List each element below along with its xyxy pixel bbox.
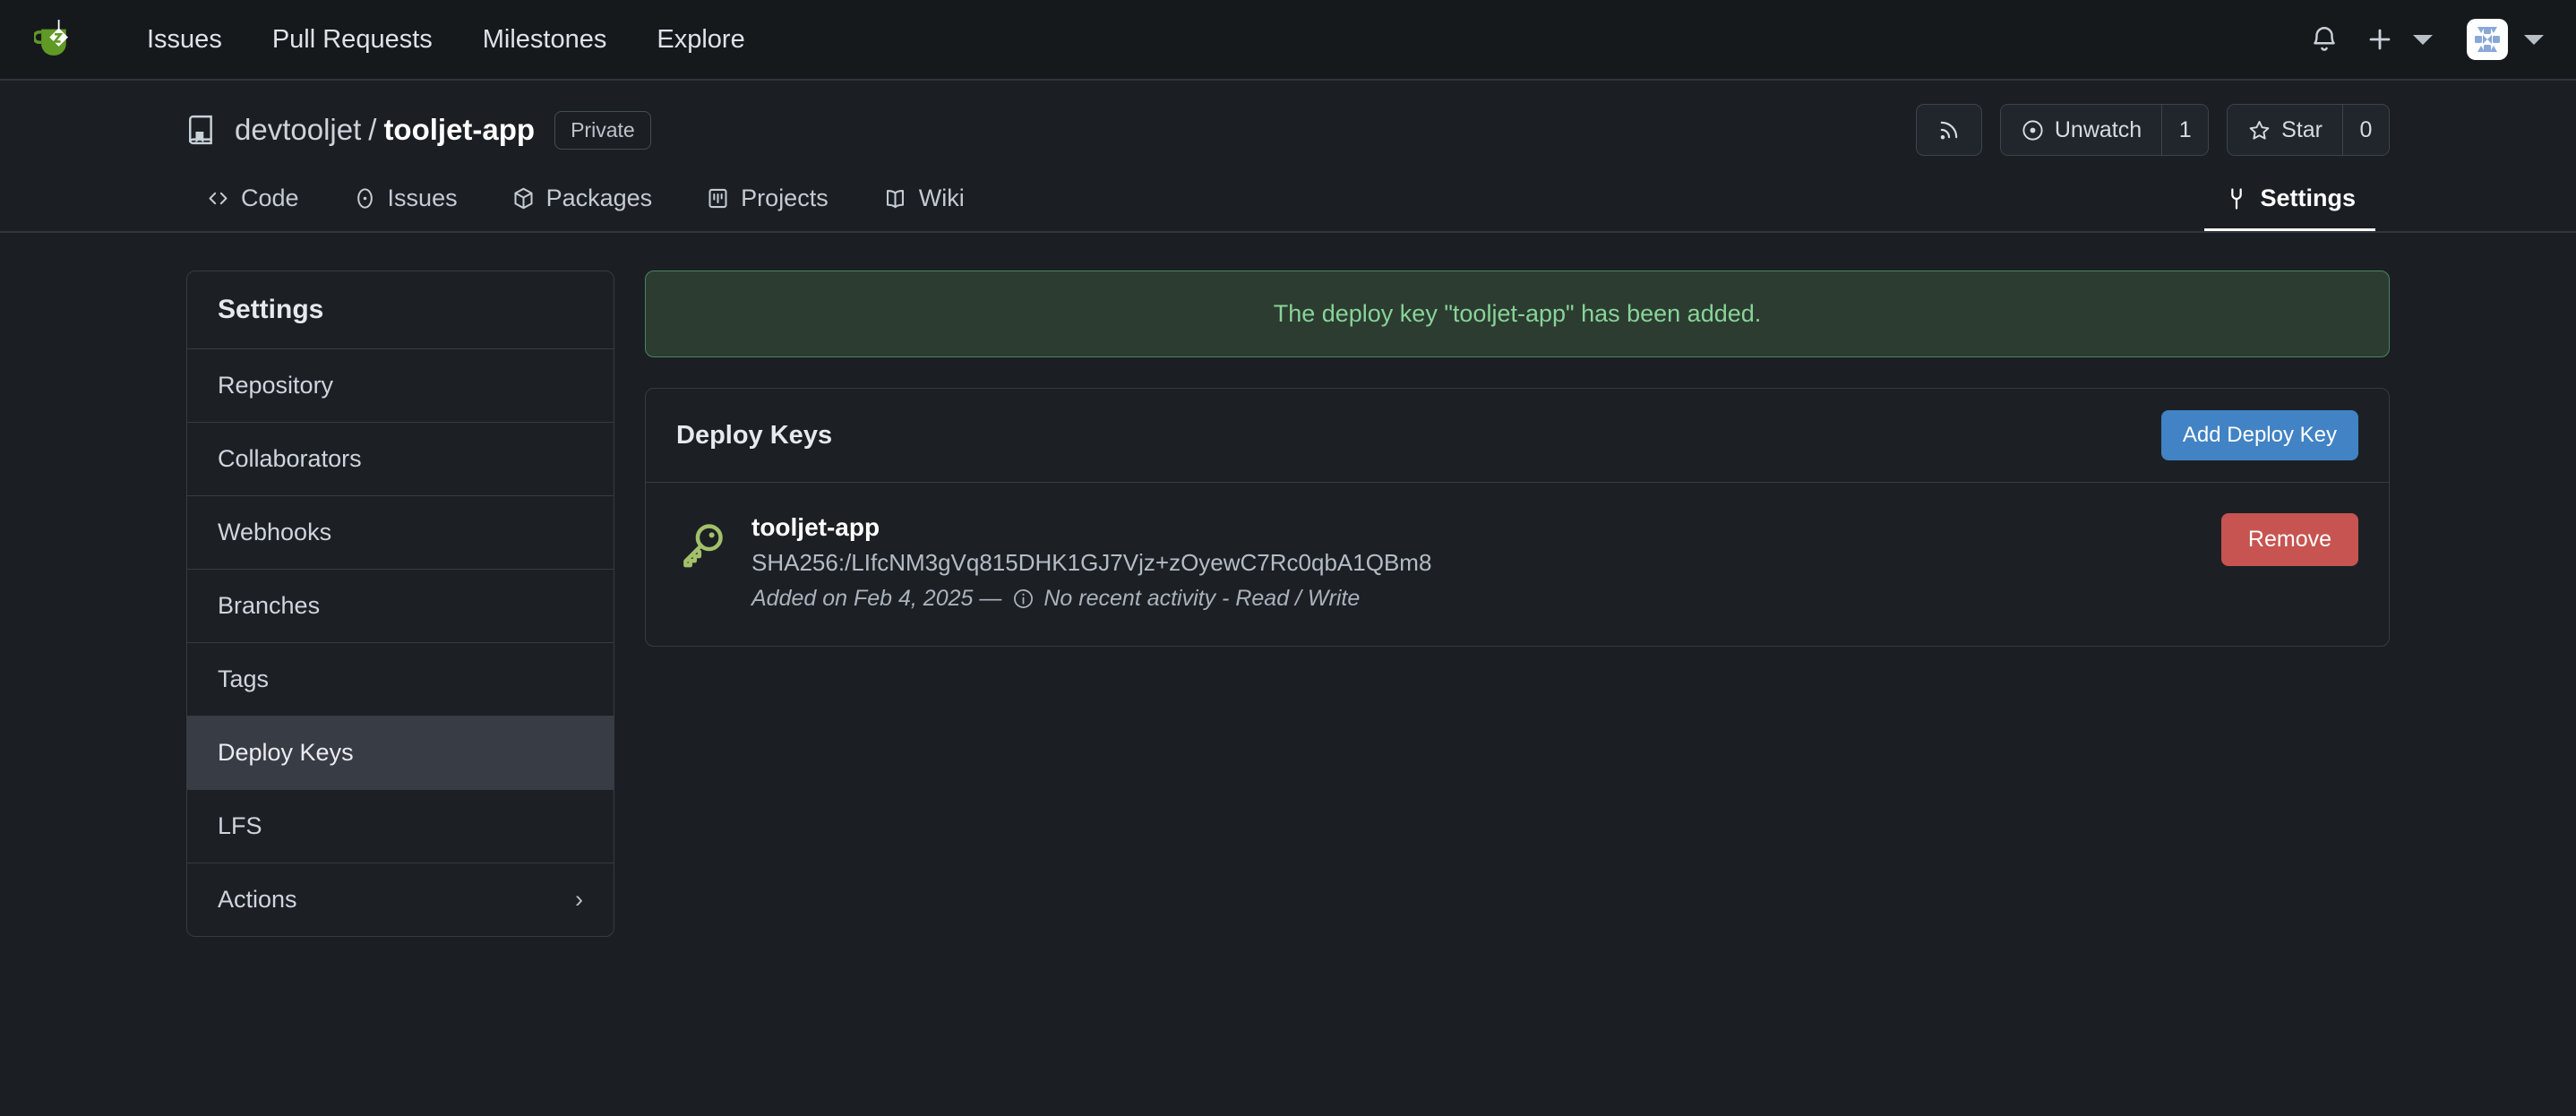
star-button-group: Star 0 xyxy=(2227,104,2390,156)
sidebar-item-collaborators[interactable]: Collaborators xyxy=(187,423,614,496)
create-menu-chevron-down-icon[interactable] xyxy=(2413,34,2433,45)
panel-title: Deploy Keys xyxy=(676,420,833,450)
project-icon xyxy=(708,188,727,209)
sidebar-item-label: Branches xyxy=(218,592,321,619)
tab-wiki-label: Wiki xyxy=(918,185,965,211)
package-icon xyxy=(514,187,533,210)
nav-link-milestones[interactable]: Milestones xyxy=(458,0,632,80)
sidebar-item-label: Deploy Keys xyxy=(218,739,354,766)
sidebar-item-label: Tags xyxy=(218,665,270,692)
tab-projects[interactable]: Projects xyxy=(686,185,848,231)
nav-link-explore[interactable]: Explore xyxy=(631,0,769,80)
sidebar-item-actions[interactable]: Actions › xyxy=(187,863,614,936)
top-navbar: Issues Pull Requests Milestones Explore xyxy=(0,0,2576,81)
deploy-key-name: tooljet-app xyxy=(751,513,880,541)
tab-wiki[interactable]: Wiki xyxy=(863,185,984,231)
repo-header: devtooljet / tooljet-app Private Unwatch… xyxy=(0,81,2576,233)
star-button[interactable]: Star xyxy=(2228,105,2342,155)
gitea-logo-icon[interactable] xyxy=(32,14,82,64)
tab-packages-label: Packages xyxy=(545,185,653,211)
star-count[interactable]: 0 xyxy=(2342,105,2389,155)
deploy-keys-panel-header: Deploy Keys Add Deploy Key xyxy=(646,389,2389,483)
sidebar-item-label: Webhooks xyxy=(218,519,332,545)
remove-deploy-key-button[interactable]: Remove xyxy=(2220,513,2358,566)
tab-code-label: Code xyxy=(241,185,299,211)
deploy-key-info: tooljet-app SHA256:/LIfcNM3gVq815DHK1GJ7… xyxy=(751,513,2196,612)
rss-feed-button[interactable] xyxy=(1915,104,1982,156)
repo-actions: Unwatch 1 Star 0 xyxy=(1915,104,2390,156)
tab-settings-label: Settings xyxy=(2260,185,2356,211)
deploy-key-added-date: Added on Feb 4, 2025 — xyxy=(751,586,1002,611)
tab-issues-label: Issues xyxy=(387,185,458,211)
issue-icon xyxy=(356,188,373,209)
code-icon xyxy=(209,192,228,205)
watch-count[interactable]: 1 xyxy=(2161,105,2209,155)
navbar-left: Issues Pull Requests Milestones Explore xyxy=(32,0,770,80)
nav-link-pull-requests[interactable]: Pull Requests xyxy=(247,0,458,80)
page-body: Settings Repository Collaborators Webhoo… xyxy=(52,233,2524,937)
star-label: Star xyxy=(2281,116,2323,142)
tab-packages[interactable]: Packages xyxy=(492,185,673,231)
sidebar-item-deploy-keys[interactable]: Deploy Keys xyxy=(187,717,614,790)
deploy-keys-panel: Deploy Keys Add Deploy Key tooljet-app S… xyxy=(645,388,2390,647)
watch-button-group: Unwatch 1 xyxy=(1999,104,2210,156)
deploy-key-activity: No recent activity - Read / Write xyxy=(1043,586,1361,611)
settings-sidebar: Settings Repository Collaborators Webhoo… xyxy=(186,270,614,937)
user-menu-chevron-down-icon[interactable] xyxy=(2524,34,2544,45)
info-icon xyxy=(1012,588,1035,610)
tab-settings[interactable]: Settings xyxy=(2204,185,2375,231)
wiki-icon xyxy=(886,190,904,209)
deploy-key-fingerprint: SHA256:/LIfcNM3gVq815DHK1GJ7Vjz+zOyewC7R… xyxy=(751,549,1432,576)
nav-link-issues[interactable]: Issues xyxy=(122,0,247,80)
repo-name-link[interactable]: tooljet-app xyxy=(383,113,535,147)
tab-code[interactable]: Code xyxy=(186,185,319,231)
navbar-right xyxy=(2297,12,2544,67)
sidebar-item-label: Collaborators xyxy=(218,445,362,472)
repo-tab-bar: Code Issues Packages Projects Wiki Setti… xyxy=(186,176,2390,231)
add-deploy-key-button[interactable]: Add Deploy Key xyxy=(2160,410,2358,460)
repo-title-row: devtooljet / tooljet-app Private Unwatch… xyxy=(186,104,2390,156)
sidebar-item-repository[interactable]: Repository xyxy=(187,349,614,423)
sidebar-item-label: Actions xyxy=(218,886,297,913)
repo-name-separator: / xyxy=(368,113,377,146)
settings-content: The deploy key "tooljet-app" has been ad… xyxy=(645,270,2390,647)
sidebar-item-tags[interactable]: Tags xyxy=(187,643,614,717)
repository-icon xyxy=(186,115,217,145)
repo-owner-link[interactable]: devtooljet xyxy=(235,113,361,147)
deploy-key-row: tooljet-app SHA256:/LIfcNM3gVq815DHK1GJ7… xyxy=(646,483,2389,646)
plus-icon[interactable] xyxy=(2352,12,2408,67)
tab-projects-label: Projects xyxy=(741,185,829,211)
sidebar-item-label: LFS xyxy=(218,812,262,839)
wrench-icon xyxy=(2231,187,2243,210)
sidebar-item-label: Repository xyxy=(218,372,334,399)
key-icon xyxy=(676,519,728,575)
sidebar-item-lfs[interactable]: LFS xyxy=(187,790,614,863)
sidebar-item-branches[interactable]: Branches xyxy=(187,570,614,643)
sidebar-heading: Settings xyxy=(187,271,614,349)
sidebar-item-webhooks[interactable]: Webhooks xyxy=(187,496,614,570)
user-avatar[interactable] xyxy=(2467,19,2508,60)
chevron-right-icon: › xyxy=(575,886,583,913)
unwatch-button[interactable]: Unwatch xyxy=(2000,105,2162,155)
tab-issues[interactable]: Issues xyxy=(333,185,477,231)
repo-visibility-badge: Private xyxy=(554,110,651,150)
bell-icon[interactable] xyxy=(2297,12,2352,67)
unwatch-label: Unwatch xyxy=(2054,116,2142,142)
deploy-key-meta: Added on Feb 4, 2025 — No recent activit… xyxy=(751,586,2196,612)
success-flash-message: The deploy key "tooljet-app" has been ad… xyxy=(645,270,2390,357)
